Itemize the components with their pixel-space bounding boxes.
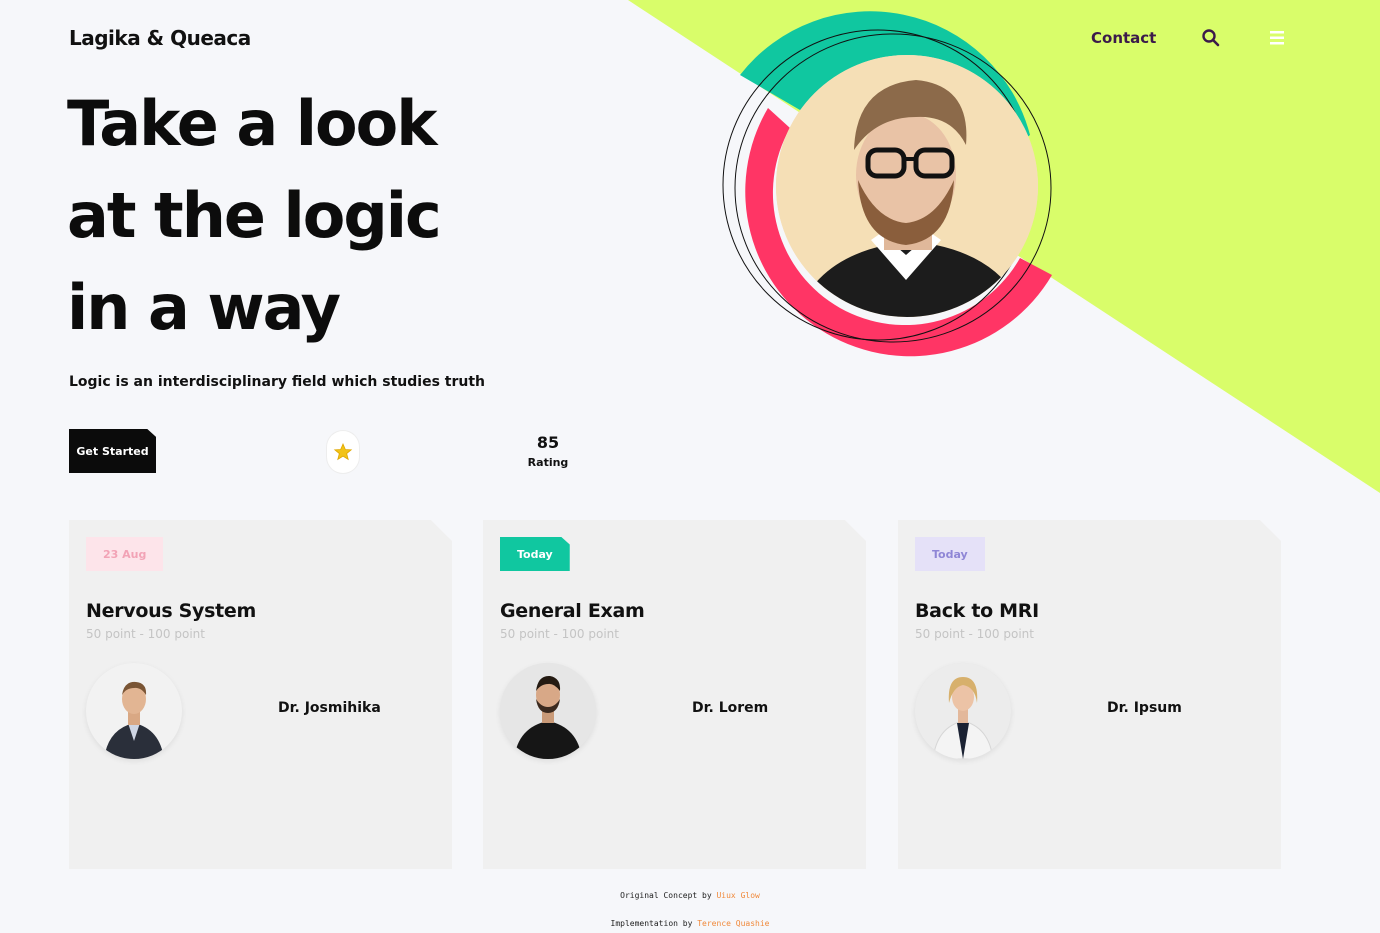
appointment-card[interactable]: 23 Aug Nervous System 50 point - 100 poi… <box>69 520 452 869</box>
doctor-avatar <box>500 663 596 759</box>
footer-credit-implementation: Implementation by Terence Quashie <box>0 919 1380 928</box>
appointment-card[interactable]: Today Back to MRI 50 point - 100 point D… <box>898 520 1281 869</box>
hamburger-menu-icon[interactable] <box>1268 30 1286 46</box>
card-title: General Exam <box>500 600 645 622</box>
doctor-avatar <box>915 663 1011 759</box>
footer-impl-prefix: Implementation by <box>610 919 693 928</box>
rating-label: Rating <box>527 456 569 469</box>
footer-impl-link[interactable]: Terence Quashie <box>697 919 769 928</box>
appointment-card[interactable]: Today General Exam 50 point - 100 point … <box>483 520 866 869</box>
hero-subtitle: Logic is an interdisciplinary field whic… <box>69 374 486 390</box>
card-points: 50 point - 100 point <box>86 627 205 641</box>
footer-concept-prefix: Original Concept by <box>620 891 712 900</box>
doctor-name: Dr. Ipsum <box>1107 700 1182 716</box>
hero-title-line: at the logic <box>67 179 442 252</box>
card-date-tag: Today <box>500 537 570 571</box>
get-started-button[interactable]: Get Started <box>69 429 156 473</box>
card-date-tag: Today <box>915 537 985 571</box>
hero-title-line: Take a look <box>67 87 437 160</box>
star-icon[interactable] <box>327 431 359 473</box>
hero-portrait-photo <box>776 55 1038 317</box>
brand-logo[interactable]: Lagika & Queaca <box>69 26 251 50</box>
doctor-avatar <box>86 663 182 759</box>
hero-title: Take a look at the logic in a way <box>67 78 587 354</box>
card-title: Nervous System <box>86 600 256 622</box>
card-date-tag: 23 Aug <box>86 537 164 571</box>
footer-concept-link[interactable]: Uiux Glow <box>716 891 759 900</box>
card-points: 50 point - 100 point <box>915 627 1034 641</box>
card-points: 50 point - 100 point <box>500 627 619 641</box>
footer-credit-concept: Original Concept by Uiux Glow <box>0 891 1380 900</box>
card-title: Back to MRI <box>915 600 1039 622</box>
doctor-name: Dr. Lorem <box>692 700 769 716</box>
search-icon[interactable] <box>1201 28 1221 48</box>
nav-contact-link[interactable]: Contact <box>1091 29 1156 47</box>
hero-title-line: in a way <box>67 271 341 344</box>
rating-value: 85 <box>536 433 560 452</box>
doctor-name: Dr. Josmihika <box>278 700 381 716</box>
